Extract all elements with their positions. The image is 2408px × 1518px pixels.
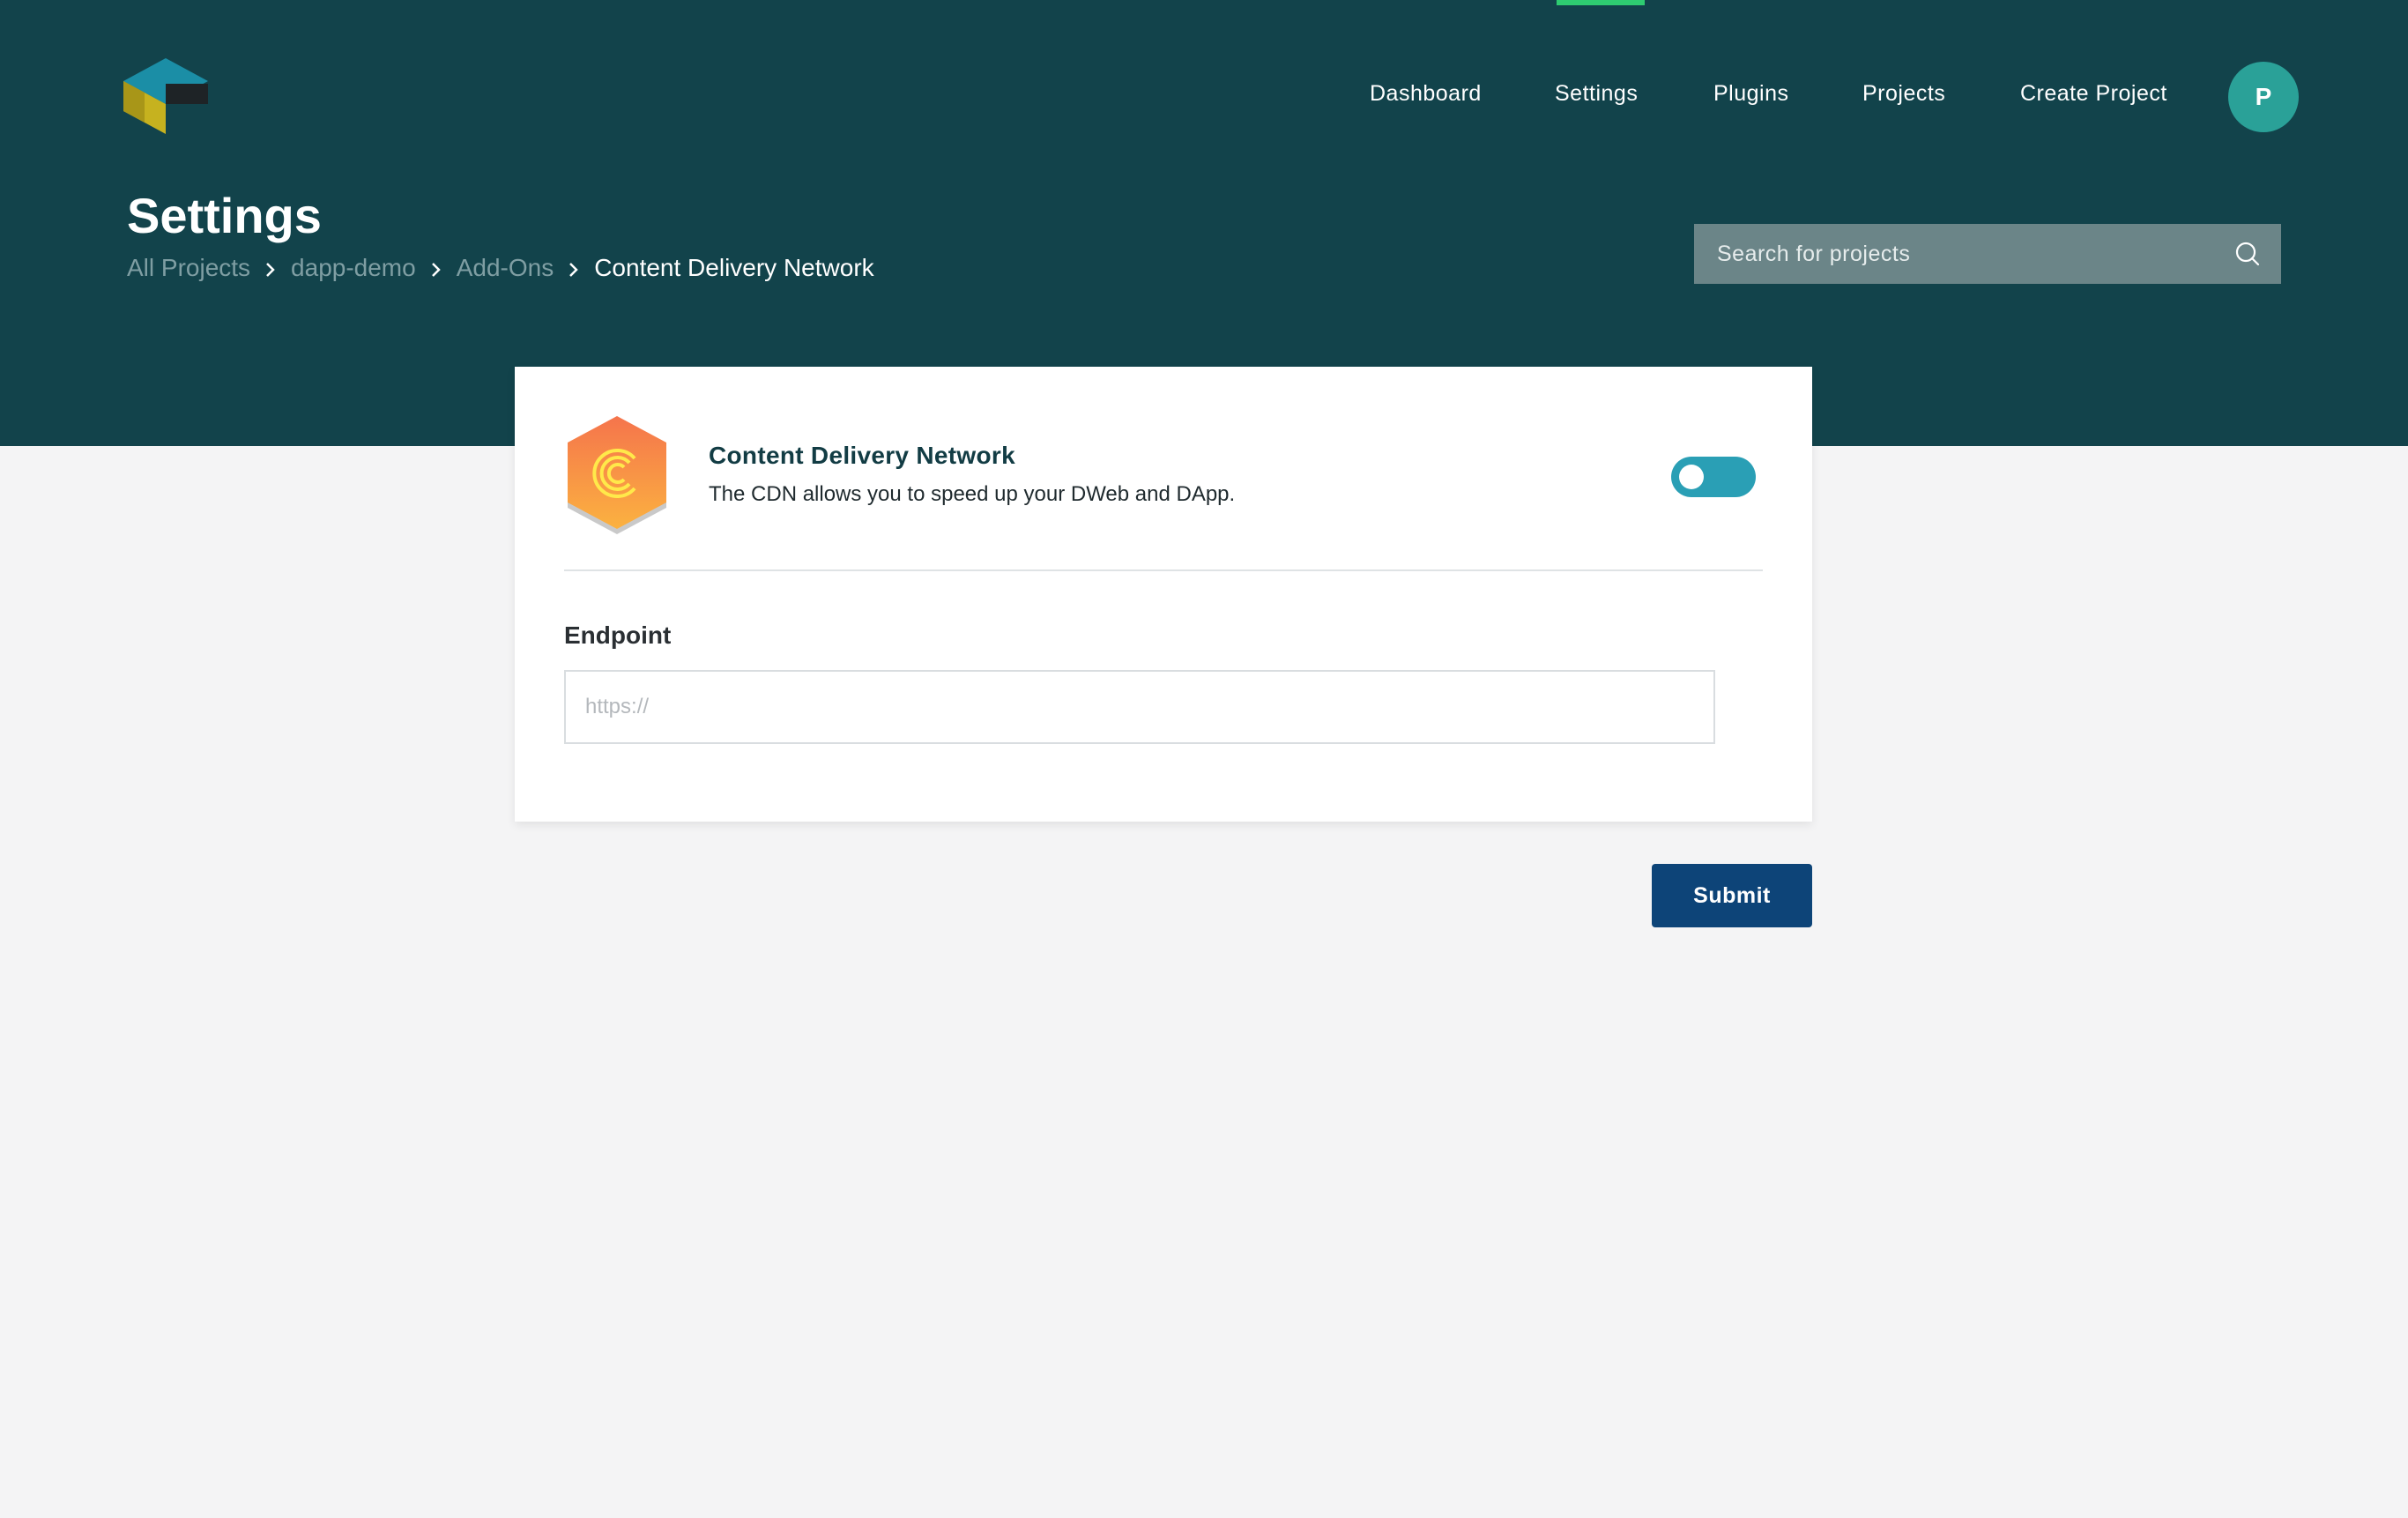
top-nav: Dashboard Settings Plugins Projects Crea… xyxy=(0,0,2408,187)
submit-button[interactable]: Submit xyxy=(1652,864,1812,927)
chevron-right-icon xyxy=(416,250,457,286)
addon-settings-card: Content Delivery Network The CDN allows … xyxy=(515,367,1812,822)
endpoint-label: Endpoint xyxy=(564,621,672,649)
addon-enable-toggle[interactable] xyxy=(1671,457,1756,497)
breadcrumb: All Projects dapp-demo Add-Ons Content D… xyxy=(127,250,874,286)
nav-settings[interactable]: Settings xyxy=(1555,78,1638,109)
chevron-right-icon xyxy=(250,250,291,286)
toggle-knob xyxy=(1679,465,1704,489)
user-avatar[interactable]: P xyxy=(2228,62,2299,132)
cdn-logo-icon xyxy=(568,416,666,534)
breadcrumb-current: Content Delivery Network xyxy=(594,254,874,281)
page-title: Settings xyxy=(127,188,322,243)
addon-description: The CDN allows you to speed up your DWeb… xyxy=(709,482,1236,506)
breadcrumb-all-projects[interactable]: All Projects xyxy=(127,250,250,286)
addon-name: Content Delivery Network xyxy=(709,442,1015,469)
search-icon[interactable] xyxy=(2233,240,2262,268)
search-input[interactable] xyxy=(1694,227,2212,281)
nav-dashboard[interactable]: Dashboard xyxy=(1370,78,1482,109)
nav-plugins[interactable]: Plugins xyxy=(1713,78,1789,109)
breadcrumb-add-ons[interactable]: Add-Ons xyxy=(457,250,554,286)
nav-create-project[interactable]: Create Project xyxy=(2020,78,2167,109)
breadcrumb-project[interactable]: dapp-demo xyxy=(291,250,416,286)
endpoint-input[interactable] xyxy=(564,670,1715,744)
chevron-right-icon xyxy=(554,250,594,286)
divider xyxy=(564,569,1763,571)
nav-projects[interactable]: Projects xyxy=(1862,78,1945,109)
search-box xyxy=(1694,224,2281,284)
